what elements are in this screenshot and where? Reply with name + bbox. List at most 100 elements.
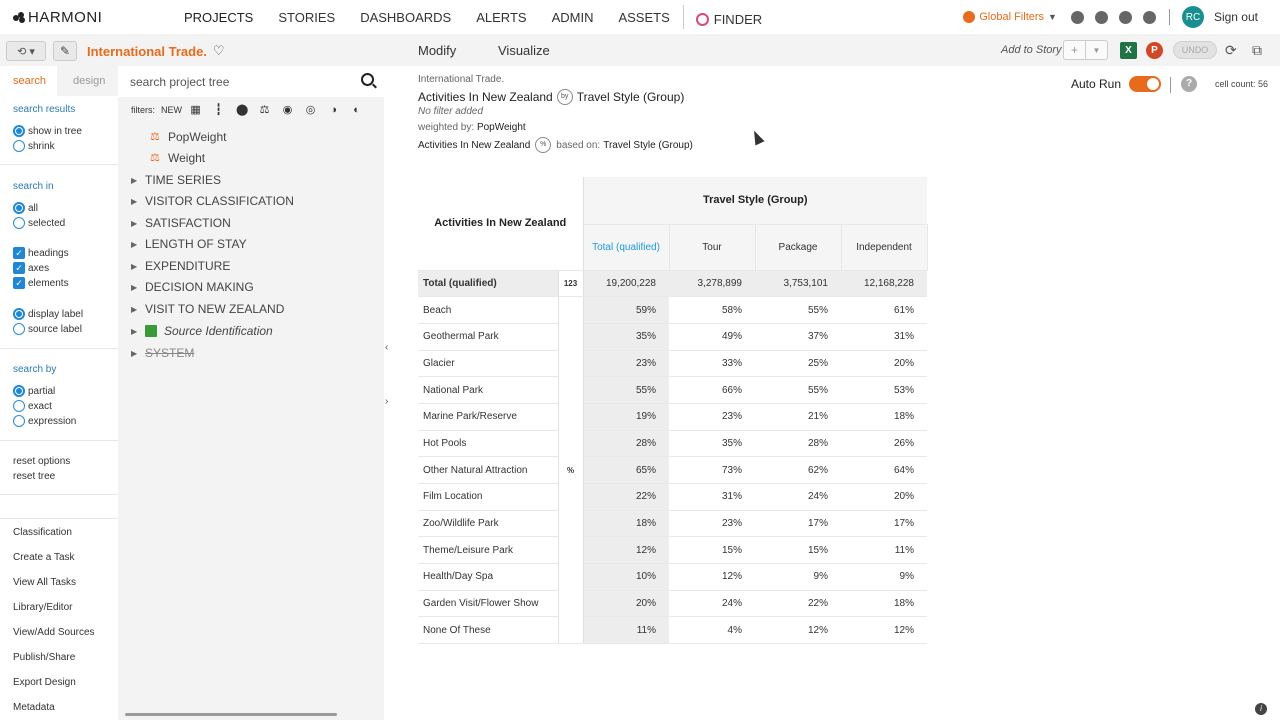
global-filters-dropdown[interactable]: Global Filters ▼ bbox=[963, 11, 1057, 23]
reset-tree-link[interactable]: reset tree bbox=[13, 471, 55, 482]
metadata-link[interactable]: Metadata bbox=[13, 702, 55, 713]
tree-folder-system[interactable]: ▶ SYSTEM bbox=[131, 346, 194, 360]
nav-dashboards[interactable]: DASHBOARDS bbox=[360, 10, 451, 29]
invert-filter-icon[interactable]: ◐ bbox=[351, 104, 362, 116]
based-on-value[interactable]: Travel Style (Group) bbox=[603, 140, 693, 151]
row-label[interactable]: Marine Park/Reserve bbox=[418, 403, 559, 431]
ruler-filter-icon[interactable]: ┇ bbox=[213, 104, 224, 116]
nav-projects[interactable]: PROJECTS bbox=[184, 10, 253, 29]
refresh-icon[interactable]: ⟳ bbox=[1225, 42, 1237, 59]
search-in-all-option[interactable]: all bbox=[13, 202, 38, 214]
nav-finder[interactable]: FINDER bbox=[695, 10, 787, 29]
undo-button[interactable]: UNDO bbox=[1173, 41, 1217, 59]
row-label[interactable]: None Of These bbox=[418, 616, 559, 645]
row-label[interactable]: Film Location bbox=[418, 483, 559, 511]
auto-run-toggle[interactable] bbox=[1129, 76, 1162, 92]
tree-search-input[interactable] bbox=[130, 73, 350, 91]
show-in-tree-option[interactable]: show in tree bbox=[13, 125, 82, 137]
expand-panel-icon[interactable]: › bbox=[385, 396, 388, 407]
display-label-option[interactable]: display label bbox=[13, 308, 83, 320]
tree-folder-visit-to-new-zealand[interactable]: ▶ VISIT TO NEW ZEALAND bbox=[131, 302, 284, 316]
tree-item-weight[interactable]: ⚖ Weight bbox=[150, 151, 205, 165]
edit-button[interactable]: ✎ bbox=[53, 41, 77, 61]
radio-expression[interactable] bbox=[13, 415, 25, 427]
caret-right-icon[interactable]: ▶ bbox=[131, 240, 145, 249]
brain-icon[interactable] bbox=[1094, 10, 1108, 24]
partial-option[interactable]: partial bbox=[13, 385, 55, 397]
radio-partial[interactable] bbox=[13, 385, 25, 397]
checkbox-axes[interactable]: ✓ bbox=[13, 262, 25, 274]
publish-share-link[interactable]: Publish/Share bbox=[13, 652, 75, 663]
column-header[interactable]: Independent bbox=[841, 224, 928, 271]
source-label-option[interactable]: source label bbox=[13, 323, 82, 335]
collapse-panel-icon[interactable]: ‹ bbox=[385, 342, 388, 353]
tree-folder-decision-making[interactable]: ▶ DECISION MAKING bbox=[131, 280, 254, 294]
scale-filter-icon[interactable]: ⚖ bbox=[259, 104, 270, 116]
export-design-link[interactable]: Export Design bbox=[13, 677, 76, 688]
tab-design[interactable]: design bbox=[73, 75, 105, 87]
tree-horizontal-scrollbar[interactable] bbox=[125, 713, 337, 716]
create-task-link[interactable]: Create a Task bbox=[13, 552, 75, 563]
caret-right-icon[interactable]: ▶ bbox=[131, 305, 145, 314]
library-editor-link[interactable]: Library/Editor bbox=[13, 602, 72, 613]
search-in-selected-option[interactable]: selected bbox=[13, 217, 65, 229]
search-icon[interactable] bbox=[361, 73, 374, 86]
caret-right-icon[interactable]: ▶ bbox=[131, 176, 145, 185]
radio-display-label[interactable] bbox=[13, 308, 25, 320]
row-label[interactable]: Health/Day Spa bbox=[418, 563, 559, 591]
caret-right-icon[interactable]: ▶ bbox=[131, 219, 145, 228]
grid-filter-icon[interactable]: ▦ bbox=[190, 104, 201, 116]
weighted-by-value[interactable]: PopWeight bbox=[477, 122, 526, 133]
radio-selected[interactable] bbox=[13, 217, 25, 229]
classification-link[interactable]: Classification bbox=[13, 527, 72, 538]
tab-modify[interactable]: Modify bbox=[418, 43, 456, 58]
elements-option[interactable]: ✓ elements bbox=[13, 277, 69, 289]
caret-right-icon[interactable]: ▶ bbox=[131, 327, 145, 336]
tree-folder-expenditure[interactable]: ▶ EXPENDITURE bbox=[131, 259, 230, 273]
radio-source-label[interactable] bbox=[13, 323, 25, 335]
tab-visualize[interactable]: Visualize bbox=[498, 43, 550, 58]
help-icon[interactable]: ? bbox=[1181, 76, 1197, 92]
excel-export-icon[interactable]: X bbox=[1120, 42, 1137, 59]
filter-new-button[interactable]: NEW bbox=[161, 105, 182, 115]
heart-icon[interactable]: ♡ bbox=[213, 43, 225, 59]
reset-options-link[interactable]: reset options bbox=[13, 456, 70, 467]
exact-option[interactable]: exact bbox=[13, 400, 52, 412]
row-label[interactable]: Hot Pools bbox=[418, 430, 559, 458]
radio-show-in-tree[interactable] bbox=[13, 125, 25, 137]
row-label[interactable]: Garden Visit/Flower Show bbox=[418, 590, 559, 618]
powerpoint-export-icon[interactable]: P bbox=[1146, 42, 1163, 59]
sign-out-link[interactable]: Sign out bbox=[1214, 10, 1258, 24]
row-label[interactable]: Total (qualified) bbox=[418, 270, 559, 298]
nav-assets[interactable]: ASSETS bbox=[618, 10, 669, 29]
row-label[interactable]: National Park bbox=[418, 376, 559, 404]
eye-icon[interactable] bbox=[1070, 10, 1084, 24]
caret-right-icon[interactable]: ▶ bbox=[131, 197, 145, 206]
tree-folder-length-of-stay[interactable]: ▶ LENGTH OF STAY bbox=[131, 237, 247, 251]
column-header[interactable]: Tour bbox=[669, 224, 756, 271]
caret-right-icon[interactable]: ▶ bbox=[131, 283, 145, 292]
row-label[interactable]: Geothermal Park bbox=[418, 323, 559, 351]
checkbox-elements[interactable]: ✓ bbox=[13, 277, 25, 289]
expand-icon[interactable]: ⧉ bbox=[1252, 42, 1262, 59]
axes-option[interactable]: ✓ axes bbox=[13, 262, 49, 274]
location-filter-icon[interactable]: ⬤ bbox=[236, 104, 248, 116]
radio-shrink[interactable] bbox=[13, 140, 25, 152]
tree-folder-visitor-classification[interactable]: ▶ VISITOR CLASSIFICATION bbox=[131, 194, 294, 208]
auto-run[interactable]: Auto Run bbox=[1071, 76, 1162, 92]
eye-off-filter-icon[interactable]: ◎ bbox=[305, 104, 316, 116]
headings-option[interactable]: ✓ headings bbox=[13, 247, 69, 259]
chevron-down-icon[interactable]: ▼ bbox=[1085, 41, 1107, 59]
row-label[interactable]: Glacier bbox=[418, 350, 559, 378]
caret-right-icon[interactable]: ▶ bbox=[131, 262, 145, 271]
contrast-filter-icon[interactable]: ◑ bbox=[328, 104, 339, 116]
row-label[interactable]: Zoo/Wildlife Park bbox=[418, 510, 559, 538]
avatar[interactable]: RC bbox=[1181, 6, 1204, 28]
contrast-icon[interactable] bbox=[1118, 10, 1132, 24]
nav-alerts[interactable]: ALERTS bbox=[476, 10, 526, 29]
column-variable[interactable]: Travel Style (Group) bbox=[577, 90, 685, 104]
row-label[interactable]: Other Natural Attraction bbox=[418, 456, 559, 484]
tree-item-popweight[interactable]: ⚖ PopWeight bbox=[150, 130, 226, 144]
info-icon[interactable]: i bbox=[1255, 703, 1267, 715]
eye-filter-icon[interactable]: ◉ bbox=[282, 104, 293, 116]
